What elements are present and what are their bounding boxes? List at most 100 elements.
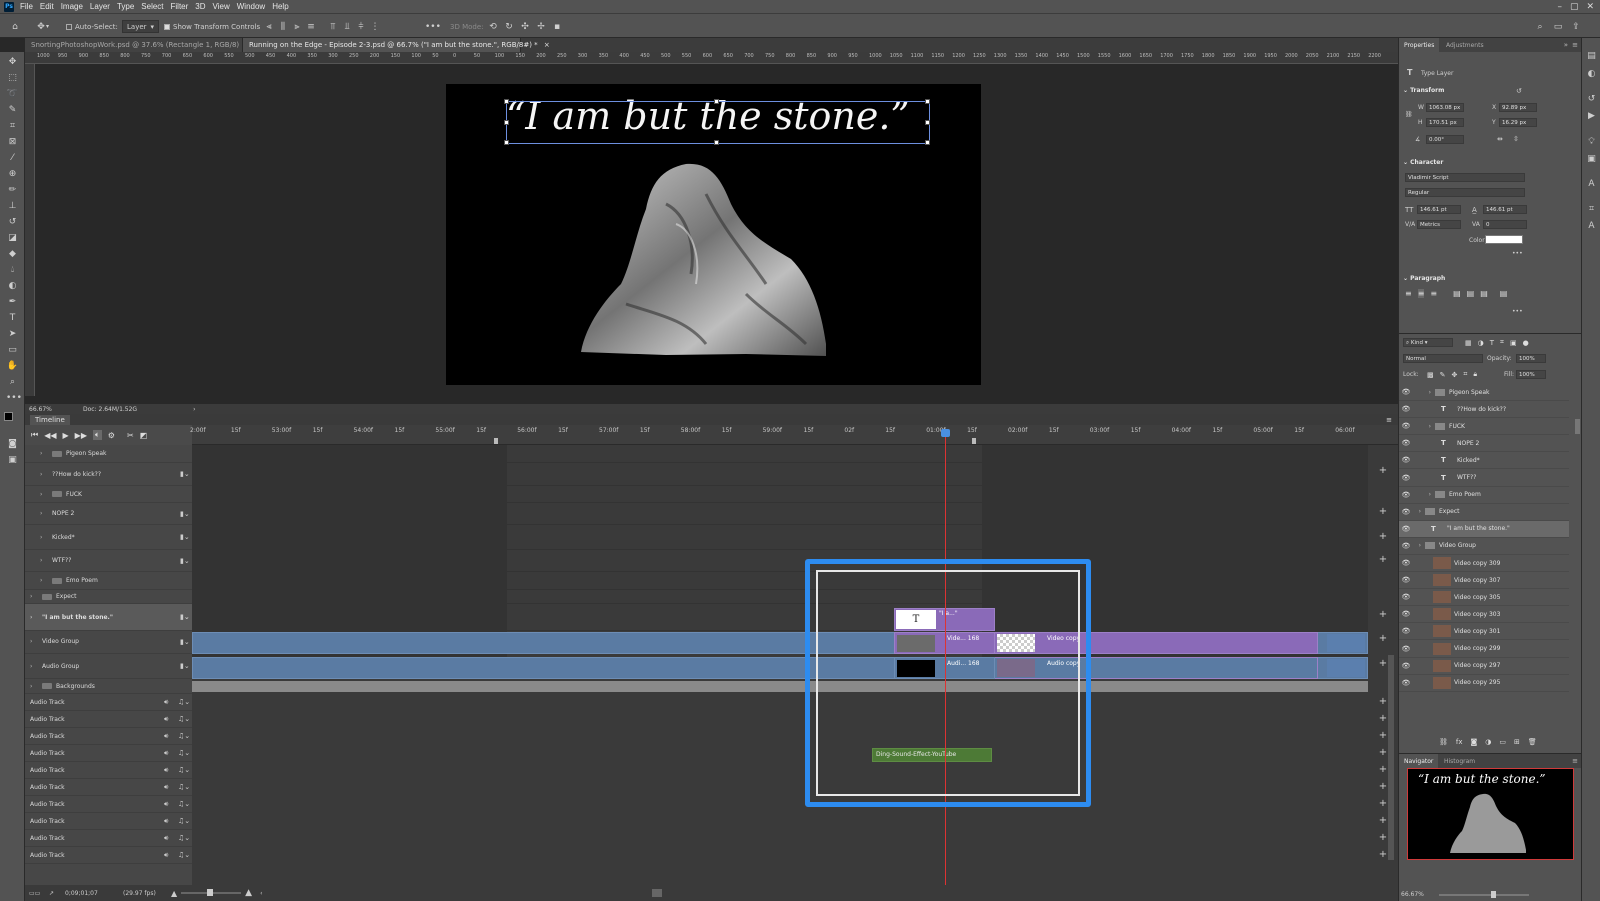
timeline-layer-row[interactable]: › Expect — [25, 590, 192, 604]
current-timecode[interactable]: 0;09;01;07 — [65, 890, 123, 897]
3d-slide-icon[interactable]: ✢ — [536, 22, 546, 32]
add-media-icon[interactable]: + — [1378, 531, 1388, 542]
width-field[interactable]: 1063.08 px — [1426, 103, 1464, 112]
history-panel-icon[interactable]: ↺ — [1585, 93, 1598, 106]
dodge-tool-icon[interactable]: ◐ — [6, 280, 19, 293]
menu-select[interactable]: Select — [141, 2, 163, 11]
visibility-eye-icon[interactable]: 👁︎ — [1399, 662, 1413, 670]
actions-panel-icon[interactable]: ▶ — [1585, 110, 1598, 123]
foreground-color-swatch[interactable] — [4, 412, 13, 421]
navigator-slider-thumb[interactable] — [1491, 891, 1496, 898]
visibility-eye-icon[interactable]: 👁︎ — [1399, 627, 1413, 635]
add-media-icon[interactable]: + — [1378, 465, 1388, 476]
horizontal-ruler[interactable]: 1000 950 900 850 800 750 700 650 600 550 500 450 400… — [25, 52, 1398, 64]
layer-row[interactable]: 👁︎ Video copy 297 — [1399, 658, 1569, 675]
speaker-icon[interactable]: 🔊︎ — [164, 817, 178, 826]
properties-panel-icon[interactable]: ▤ — [1585, 50, 1598, 63]
film-strip-icon[interactable]: ▮⌄ — [180, 662, 192, 670]
add-media-icon[interactable]: + — [1378, 764, 1388, 775]
layer-row[interactable]: 👁︎ T "I am but the stone." — [1399, 520, 1569, 538]
expand-arrow-icon[interactable]: › — [1413, 423, 1431, 430]
more-character-options-icon[interactable]: ••• — [1512, 250, 1523, 257]
align-middle-icon[interactable]: ⫫ — [342, 22, 352, 32]
tab-histogram[interactable]: Histogram — [1439, 754, 1480, 768]
audio-track-row[interactable]: Audio Track 🔊︎ ♫⌄ — [25, 745, 192, 762]
maximize-icon[interactable]: ▢ — [1570, 2, 1579, 12]
more-tools-icon[interactable]: ••• — [6, 392, 22, 405]
zoom-in-icon[interactable]: ▲ — [245, 888, 252, 898]
layer-row[interactable]: 👁︎ T NOPE 2 — [1399, 435, 1569, 453]
audio-track-row[interactable]: Audio Track 🔊︎ ♫⌄ — [25, 830, 192, 847]
visibility-eye-icon[interactable]: 👁︎ — [1399, 610, 1413, 618]
vertical-ruler[interactable] — [25, 64, 35, 396]
menu-filter[interactable]: Filter — [171, 2, 189, 11]
speaker-icon[interactable]: 🔊︎ — [164, 800, 178, 809]
fx-icon[interactable]: fx — [1456, 738, 1463, 746]
justify-last-right-icon[interactable]: ▤ — [1480, 289, 1488, 298]
angle-field[interactable]: 0.00° — [1426, 135, 1464, 144]
transform-heading[interactable]: ⌄ Transform — [1403, 87, 1444, 94]
zoom-level[interactable]: 66.67% — [29, 406, 83, 413]
visibility-eye-icon[interactable]: 👁︎ — [1399, 456, 1413, 464]
menu-3d[interactable]: 3D — [195, 2, 205, 11]
eyedropper-tool-icon[interactable]: ⁄ — [6, 152, 19, 165]
history-brush-tool-icon[interactable]: ↺ — [6, 216, 19, 229]
filter-shape-icon[interactable]: ⌗ — [1500, 338, 1504, 347]
document-canvas[interactable]: “I am but the stone.” — [446, 84, 981, 385]
add-media-icon[interactable]: + — [1378, 849, 1388, 860]
link-proportions-icon[interactable]: ⛓ — [1405, 111, 1413, 118]
timeline-layer-row[interactable]: › Video Group ▮⌄ — [25, 630, 192, 654]
expand-arrow-icon[interactable]: › — [40, 471, 48, 478]
layer-row[interactable]: 👁︎ Video copy 305 — [1399, 589, 1569, 607]
font-family-dropdown[interactable]: Vladimir Script — [1405, 173, 1525, 182]
hand-tool-icon[interactable]: ✋ — [6, 360, 19, 373]
pen-tool-icon[interactable]: ✒ — [6, 296, 19, 309]
color-panel-icon[interactable]: ◐ — [1585, 68, 1598, 81]
navigator-zoom-slider[interactable] — [1439, 891, 1529, 898]
tab-snorting-photoshop-work[interactable]: SnortingPhotoshopWork.psd @ 37.6% (Recta… — [25, 38, 251, 52]
add-media-icon[interactable]: + — [1378, 506, 1388, 517]
timeline-layer-row[interactable]: › Audio Group ▮⌄ — [25, 654, 192, 679]
delete-layer-icon[interactable]: 🗑︎ — [1528, 738, 1537, 746]
speaker-icon[interactable]: 🔊︎ — [164, 715, 178, 724]
audio-track-row[interactable]: Audio Track 🔊︎ ♫⌄ — [25, 779, 192, 796]
quick-select-tool-icon[interactable]: ✎ — [6, 104, 19, 117]
rectangle-tool-icon[interactable]: ▭ — [6, 344, 19, 357]
add-media-icon[interactable]: + — [1378, 832, 1388, 843]
timeline-layer-row[interactable]: › Kicked* ▮⌄ — [25, 525, 192, 550]
add-media-icon[interactable]: + — [1378, 730, 1388, 741]
marquee-tool-icon[interactable]: ⬚ — [6, 72, 19, 85]
first-frame-icon[interactable]: ⏮ — [31, 430, 38, 440]
navigator-thumbnail[interactable]: “I am but the stone.” — [1407, 768, 1574, 860]
timeline-tab[interactable]: Timeline — [30, 414, 70, 425]
layer-row[interactable]: 👁︎ › Video Group — [1399, 538, 1569, 555]
speaker-icon[interactable]: 🔊︎ — [164, 749, 178, 758]
film-strip-icon[interactable]: ▮⌄ — [180, 510, 192, 518]
next-frame-icon[interactable]: ▶▶ — [75, 431, 87, 440]
visibility-eye-icon[interactable]: 👁︎ — [1399, 559, 1413, 567]
speaker-icon[interactable]: 🔊︎ — [164, 783, 178, 792]
expand-arrow-icon[interactable]: › — [40, 534, 48, 541]
quick-mask-icon[interactable]: ◙ — [6, 438, 19, 451]
visibility-eye-icon[interactable]: 👁︎ — [1399, 525, 1413, 533]
reset-transform-icon[interactable]: ↺ — [1516, 87, 1522, 95]
3d-pan-icon[interactable]: ✣ — [520, 22, 530, 32]
auto-select-checkbox[interactable]: Auto-Select: — [66, 20, 118, 33]
libraries-panel-icon[interactable]: ▣ — [1585, 153, 1598, 166]
link-layers-icon[interactable]: ⛓ — [1439, 738, 1448, 746]
learn-panel-icon[interactable]: 💡︎ — [1585, 136, 1598, 149]
glyphs-panel-icon[interactable]: A — [1585, 178, 1598, 191]
audio-track-row[interactable]: Audio Track 🔊︎ ♫⌄ — [25, 762, 192, 779]
work-area-start-handle[interactable] — [494, 438, 498, 444]
justify-all-icon[interactable]: ▤ — [1500, 289, 1508, 298]
eraser-tool-icon[interactable]: ◪ — [6, 232, 19, 245]
audio-track-row[interactable]: Audio Track 🔊︎ ♫⌄ — [25, 813, 192, 830]
expand-arrow-icon[interactable]: › — [30, 638, 38, 645]
tab-adjustments[interactable]: Adjustments — [1441, 38, 1489, 52]
film-strip-icon[interactable]: ▮⌄ — [180, 557, 192, 565]
film-strip-icon[interactable]: ▮⌄ — [180, 613, 192, 621]
lock-pixels-icon[interactable]: ✎ — [1440, 371, 1446, 379]
status-menu-icon[interactable]: › — [193, 406, 195, 413]
move-tool-preset-icon[interactable]: ✥ ▾ — [36, 20, 49, 33]
music-note-icon[interactable]: ♫⌄ — [178, 766, 192, 774]
